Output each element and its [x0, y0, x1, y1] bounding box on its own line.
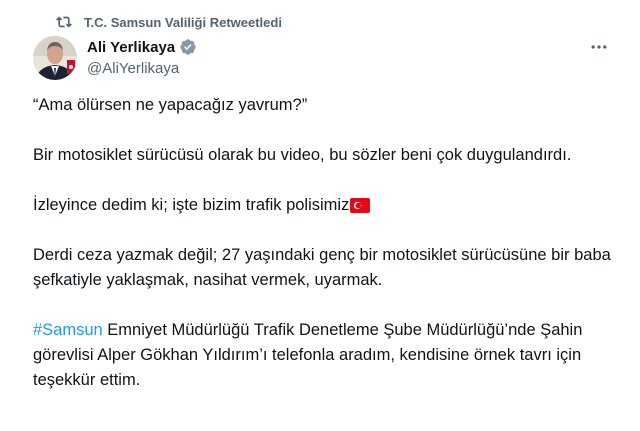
author-display-name[interactable]: Ali Yerlikaya [87, 39, 175, 56]
retweet-indicator[interactable]: T.C. Samsun Valiliği Retweetledi [56, 12, 282, 32]
avatar-image [33, 36, 77, 80]
author-info[interactable]: Ali Yerlikaya @AliYerlikaya [87, 37, 197, 79]
tweet-paragraph-1: “Ama ölürsen ne yapacağız yavrum?” [33, 96, 308, 114]
turkey-flag-icon [350, 198, 371, 213]
tweet-paragraph-3-text: İzleyince dedim ki; işte bizim trafik po… [33, 196, 350, 214]
verified-badge-icon [180, 39, 196, 55]
more-options-icon [591, 45, 607, 49]
tweet-paragraph-5: #Samsun Emniyet Müdürlüğü Trafik Denetle… [33, 318, 613, 393]
tweet-paragraph-5-text: Emniyet Müdürlüğü Trafik Denetleme Şube … [33, 321, 583, 389]
tweet-paragraph-3: İzleyince dedim ki; işte bizim trafik po… [33, 193, 613, 218]
avatar[interactable] [33, 36, 77, 80]
hashtag-link[interactable]: #Samsun [33, 321, 103, 339]
retweet-icon [56, 16, 72, 28]
tweet-card[interactable]: T.C. Samsun Valiliği Retweetledi Ali Yer… [0, 0, 640, 431]
retweet-label: T.C. Samsun Valiliği Retweetledi [84, 14, 282, 30]
tweet-paragraph-4: Derdi ceza yazmak değil; 27 yaşındaki ge… [33, 246, 611, 289]
tweet-text: “Ama ölürsen ne yapacağız yavrum?” Bir m… [33, 93, 613, 418]
tweet-paragraph-2: Bir motosiklet sürücüsü olarak bu video,… [33, 146, 572, 164]
author-handle[interactable]: @AliYerlikaya [87, 59, 197, 79]
more-options-button[interactable] [588, 38, 610, 56]
